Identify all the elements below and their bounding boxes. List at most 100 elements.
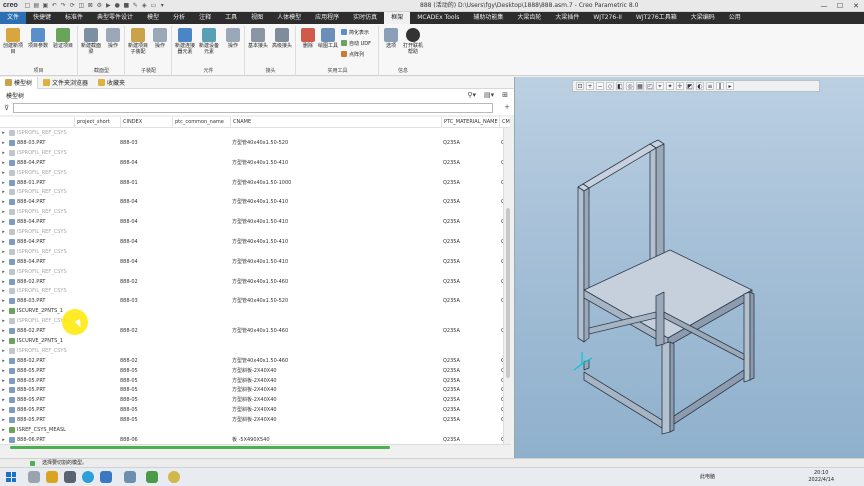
- app-icon[interactable]: [64, 471, 76, 483]
- expand-arrow-icon[interactable]: ▸: [0, 277, 7, 287]
- more-icon[interactable]: ▸: [726, 82, 734, 90]
- table-row[interactable]: ▸ 888-05.PRT 888-05 方型斜板-2X40X40 Q235A C: [0, 385, 503, 395]
- expand-arrow-icon[interactable]: ▸: [0, 415, 7, 425]
- menu-model[interactable]: 模型: [140, 12, 166, 24]
- zhihu-icon[interactable]: [100, 471, 112, 483]
- table-row[interactable]: ▸ 888-04.PRT 888-04 方型管40x40x1.50-410 Q235A C: [0, 158, 503, 168]
- menu-annotate[interactable]: 注释: [192, 12, 218, 24]
- menu-realtime-sim[interactable]: 实时仿真: [346, 12, 384, 24]
- expand-arrow-icon[interactable]: ▸: [0, 227, 7, 237]
- tree-columns-icon[interactable]: ▤▾: [484, 91, 494, 99]
- drawing-tools-button[interactable]: 绘图工具: [317, 28, 339, 49]
- table-row[interactable]: ▸ 888-03.PRT 888-03 方型管40x40x1.50-520 Q235A C: [0, 296, 503, 306]
- tree-horizontal-scrollbar[interactable]: [0, 444, 511, 450]
- menu-shortcuts[interactable]: 快捷键: [26, 12, 58, 24]
- annotation-display-icon[interactable]: ✦: [666, 82, 674, 90]
- column-cname[interactable]: CNAME: [230, 117, 441, 128]
- menu-aux-functions[interactable]: 辅助功能集: [466, 12, 510, 24]
- table-row[interactable]: ▸ 888-04.PRT 888-04 方型管40x40x1.50-410 Q235A C: [0, 197, 503, 207]
- expand-arrow-icon[interactable]: ▸: [0, 366, 7, 376]
- advanced-joint-button[interactable]: 高级接头: [271, 28, 293, 49]
- filter-add-icon[interactable]: +: [504, 103, 510, 111]
- table-row[interactable]: ▸ 888-03.PRT 888-03 方型管40x40x1.50-520 Q235A C: [0, 138, 503, 148]
- verify-project-button[interactable]: 验证项目: [52, 28, 74, 49]
- new-file-icon[interactable]: □: [24, 2, 31, 9]
- expand-arrow-icon[interactable]: ▸: [0, 197, 7, 207]
- table-row[interactable]: ▸ 888-04.PRT 888-04 方型管40x40x1.50-410 Q235A C: [0, 257, 503, 267]
- tray-this-pc[interactable]: 此电脑: [700, 468, 715, 486]
- table-row[interactable]: ▸ 888-05.PRT 888-05 方型斜板-2X40X40 Q235A C: [0, 395, 503, 405]
- table-row[interactable]: ▸ ISPROFIL_REF_CSYS: [0, 267, 503, 277]
- table-row[interactable]: ▸ ISPROFIL_REF_CSYS: [0, 227, 503, 237]
- tab-folder-browser[interactable]: 文件夹浏览器: [38, 77, 93, 89]
- filter-icon[interactable]: ⊽: [4, 104, 9, 112]
- layers-icon[interactable]: ≡: [706, 82, 714, 90]
- table-row[interactable]: ▸ ISPROFIL_REF_CSYS: [0, 247, 503, 257]
- expand-arrow-icon[interactable]: ▸: [0, 267, 7, 277]
- table-row[interactable]: ▸ ISPROFIL_REF_CSYS: [0, 207, 503, 217]
- column-cindex[interactable]: CINDEX: [120, 117, 172, 128]
- menu-beam-coding[interactable]: 大梁编码: [684, 12, 722, 24]
- table-row[interactable]: ▸ 888-02.PRT 888-02 方型管40x40x1.50-460 Q235A C: [0, 356, 503, 366]
- table-row[interactable]: ▸ ISPROFIL_REF_CSYS: [0, 187, 503, 197]
- zoom-out-icon[interactable]: −: [596, 82, 604, 90]
- table-row[interactable]: ▸ 888-05.PRT 888-05 方型斜板-2X40X40 Q235A C: [0, 405, 503, 415]
- folder-icon[interactable]: ▭: [150, 2, 157, 9]
- menu-mcadex-tools[interactable]: MCADEx Tools: [410, 12, 466, 24]
- expand-arrow-icon[interactable]: ▸: [0, 385, 7, 395]
- menu-tools[interactable]: 工具: [218, 12, 244, 24]
- file-explorer-icon[interactable]: [46, 471, 58, 483]
- tab-model-tree[interactable]: 模型树: [0, 76, 39, 89]
- close-window-icon[interactable]: ⊠: [87, 2, 94, 9]
- table-row[interactable]: ▸ 888-05.PRT 888-05 方型斜板-2X40X40 Q235A C: [0, 415, 503, 425]
- windows-start-icon[interactable]: [6, 472, 16, 482]
- table-row[interactable]: ▸ 888-04.PRT 888-04 方型管40x40x1.50-410 Q235A C: [0, 237, 503, 247]
- expand-arrow-icon[interactable]: ▸: [0, 207, 7, 217]
- mapkey-icon[interactable]: ◈: [141, 2, 148, 9]
- app-icon[interactable]: [146, 471, 158, 483]
- browser-icon[interactable]: [82, 471, 94, 483]
- auto-udf-button[interactable]: 自动 UDF: [341, 40, 371, 48]
- expand-arrow-icon[interactable]: ▸: [0, 168, 7, 178]
- tab-favorites[interactable]: 收藏夹: [93, 77, 130, 89]
- expand-arrow-icon[interactable]: ▸: [0, 247, 7, 257]
- table-row[interactable]: ▸ ISPROFIL_REF_CSYS: [0, 128, 503, 138]
- expand-arrow-icon[interactable]: ▸: [0, 346, 7, 356]
- customize-icon[interactable]: ▾: [159, 2, 166, 9]
- table-row[interactable]: ▸ ISCURVE_2PNTS_1: [0, 336, 503, 346]
- expand-arrow-icon[interactable]: ▸: [0, 306, 7, 316]
- tree-expand-icon[interactable]: ⊞: [502, 91, 508, 99]
- new-connector-button[interactable]: 新建连接器元素: [174, 28, 196, 55]
- menu-beam-plugin[interactable]: 大梁插件: [548, 12, 586, 24]
- expand-arrow-icon[interactable]: ▸: [0, 316, 7, 326]
- display-style-icon[interactable]: ◧: [616, 82, 624, 90]
- tree-search-input[interactable]: [13, 103, 493, 113]
- menu-file[interactable]: 文件: [0, 12, 27, 24]
- undo-icon[interactable]: ↶: [51, 2, 58, 9]
- column-ptc-common-name[interactable]: ptc_common_name: [172, 117, 230, 128]
- search-taskbar-icon[interactable]: [28, 471, 40, 483]
- expand-arrow-icon[interactable]: ▸: [0, 148, 7, 158]
- basic-joint-button[interactable]: 基本接头: [247, 28, 269, 49]
- redo-icon[interactable]: ↷: [60, 2, 67, 9]
- expand-arrow-icon[interactable]: ▸: [0, 336, 7, 346]
- table-row[interactable]: ▸ 888-05.PRT 888-05 方型斜板-2X40X40 Q235A C: [0, 376, 503, 386]
- menu-wjt276-ii[interactable]: WJT276-II: [586, 12, 629, 24]
- zoom-in-icon[interactable]: +: [586, 82, 594, 90]
- expand-arrow-icon[interactable]: ▸: [0, 326, 7, 336]
- view-manager-icon[interactable]: ▦: [636, 82, 644, 90]
- online-help-button[interactable]: 打开联机帮助: [402, 28, 424, 55]
- new-subassembly-button[interactable]: 新建项目子装配: [127, 28, 149, 55]
- subassembly-operate-button[interactable]: 操作: [149, 28, 171, 49]
- delete-button[interactable]: 删除: [297, 28, 319, 49]
- expand-arrow-icon[interactable]: ▸: [0, 187, 7, 197]
- pause-icon[interactable]: ‖: [716, 82, 724, 90]
- expand-arrow-icon[interactable]: ▸: [0, 217, 7, 227]
- save-icon[interactable]: ▣: [42, 2, 49, 9]
- menu-beam-gear[interactable]: 大梁齿轮: [510, 12, 548, 24]
- expand-arrow-icon[interactable]: ▸: [0, 286, 7, 296]
- column-cm[interactable]: CM: [499, 117, 510, 128]
- simplified-rep-button[interactable]: 简化表示: [341, 29, 369, 37]
- table-row[interactable]: ▸ 888-04.PRT 888-04 方型管40x40x1.50-410 Q235A C: [0, 217, 503, 227]
- appearance-icon[interactable]: ◐: [696, 82, 704, 90]
